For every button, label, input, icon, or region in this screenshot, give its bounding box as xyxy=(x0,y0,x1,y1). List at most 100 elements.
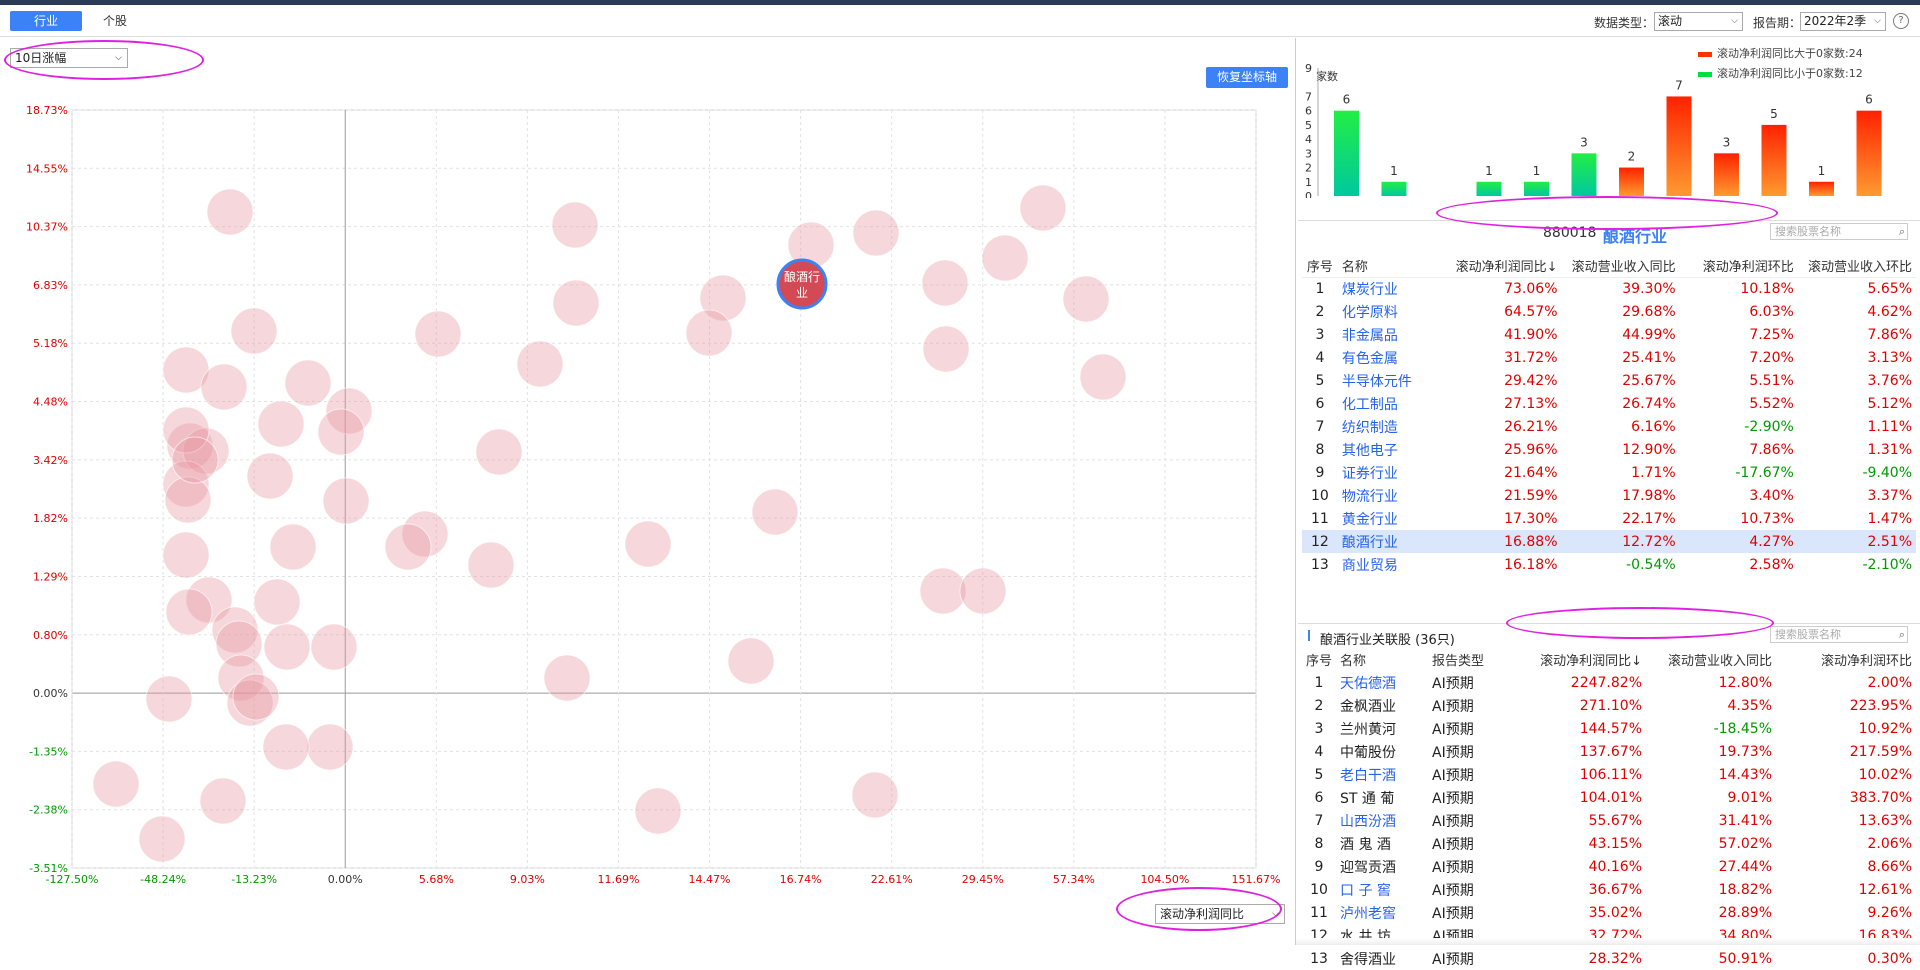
industry-bubble[interactable] xyxy=(727,637,775,685)
industry-bubble[interactable] xyxy=(262,723,310,771)
industry-bubble[interactable] xyxy=(384,523,432,571)
scatter-plot[interactable]: 18.73% 14.55% 10.37% 6.83% 5.18% 4.48% 3.42% 1.… xyxy=(0,38,1296,945)
industry-bubble[interactable] xyxy=(634,787,682,835)
table-row[interactable]: 9 迎驾贡酒 AI预期 40.16% 27.44% 8.66% xyxy=(1302,855,1916,878)
help-icon[interactable]: ? xyxy=(1893,13,1909,29)
table-row[interactable]: 8 酒 鬼 酒 AI预期 43.15% 57.02% 2.06% xyxy=(1302,832,1916,855)
industry-bubble[interactable] xyxy=(162,531,210,579)
table-row[interactable]: 3 兰州黄河 AI预期 144.57% -18.45% 10.92% xyxy=(1302,717,1916,740)
industry-bubble[interactable] xyxy=(92,760,140,808)
industry-bubble[interactable] xyxy=(685,309,733,357)
table-cell: 3 xyxy=(1314,720,1324,737)
industry-bubble[interactable] xyxy=(263,623,311,671)
column-header[interactable]: 序号 xyxy=(1302,254,1338,278)
industry-bubble[interactable] xyxy=(145,675,193,723)
industry-bubble[interactable] xyxy=(284,359,332,407)
industry-bubble[interactable] xyxy=(269,523,317,571)
table-row[interactable]: 6 化工制品 27.13% 26.74% 5.52% 5.12% xyxy=(1302,392,1916,415)
industry-bubble[interactable] xyxy=(516,340,564,388)
table-row[interactable]: 6 ST 通 葡 AI预期 104.01% 9.01% 383.70% xyxy=(1302,786,1916,809)
industry-bubble[interactable] xyxy=(1019,184,1067,232)
table-row[interactable]: 4 有色金属 31.72% 25.41% 7.20% 3.13% xyxy=(1302,346,1916,369)
column-header[interactable]: 滚动营业收入同比 xyxy=(1561,254,1680,278)
table-row[interactable]: 4 中葡股份 AI预期 137.67% 19.73% 217.59% xyxy=(1302,740,1916,763)
industry-bubble[interactable] xyxy=(230,307,278,355)
table-row[interactable]: 8 其他电子 25.96% 12.90% 7.86% 1.31% xyxy=(1302,438,1916,461)
table-cell: 12.61% xyxy=(1858,881,1912,898)
industry-bubble[interactable] xyxy=(1062,275,1110,323)
industry-bubble[interactable] xyxy=(467,541,515,589)
industry-bubble[interactable] xyxy=(164,476,212,524)
table-row[interactable]: 1 煤炭行业 73.06% 39.30% 10.18% 5.65% xyxy=(1302,277,1916,300)
column-header[interactable]: 滚动净利润环比 xyxy=(1776,648,1916,671)
industry-bubble[interactable] xyxy=(306,723,354,771)
scatter-panel: 18.73% 14.55% 10.37% 6.83% 5.18% 4.48% 3.42% 1.… xyxy=(0,38,1296,945)
highlight-bubble[interactable] xyxy=(776,258,828,310)
column-header[interactable]: 滚动净利润同比↓ xyxy=(1506,648,1646,671)
industry-bubble[interactable] xyxy=(981,234,1029,282)
table-row[interactable]: 1 天佑德酒 AI预期 2247.82% 12.80% 2.00% xyxy=(1302,671,1916,694)
column-header[interactable]: 滚动净利润同比↓ xyxy=(1443,254,1562,278)
table-row[interactable]: 3 非金属品 41.90% 44.99% 7.25% 7.86% xyxy=(1302,323,1916,346)
industry-bubble[interactable] xyxy=(165,588,213,636)
table-row[interactable]: 2 化学原料 64.57% 29.68% 6.03% 4.62% xyxy=(1302,300,1916,323)
industry-bubble[interactable] xyxy=(852,209,900,257)
industry-bubble[interactable] xyxy=(206,188,254,236)
industry-bubble[interactable] xyxy=(1079,353,1127,401)
related-search-input[interactable]: 搜索股票名称 ⌕ xyxy=(1770,626,1908,643)
column-header[interactable]: 报告类型 xyxy=(1428,648,1506,671)
industry-bubble[interactable] xyxy=(851,771,899,819)
industry-bubble[interactable] xyxy=(199,777,247,825)
industry-bubble[interactable] xyxy=(322,477,370,525)
table-row[interactable]: 11 黄金行业 17.30% 22.17% 10.73% 1.47% xyxy=(1302,507,1916,530)
reset-axis-button[interactable]: 恢复坐标轴 xyxy=(1206,67,1288,88)
range-select[interactable]: 10日涨幅 ⌵ xyxy=(10,48,128,68)
table-row[interactable]: 7 纺织制造 26.21% 6.16% -2.90% 1.11% xyxy=(1302,415,1916,438)
table-row[interactable]: 7 山西汾酒 AI预期 55.67% 31.41% 13.63% xyxy=(1302,809,1916,832)
table-row[interactable]: 10 口 子 窖 AI预期 36.67% 18.82% 12.61% xyxy=(1302,878,1916,901)
table-row[interactable]: 5 半导体元件 29.42% 25.67% 5.51% 3.76% xyxy=(1302,369,1916,392)
column-header[interactable]: 名称 xyxy=(1336,648,1428,671)
tab-industry[interactable]: 行业 xyxy=(10,11,82,31)
report-period-select[interactable]: 2022年2季 ⌵ xyxy=(1800,12,1886,31)
table-row[interactable]: 5 老白干酒 AI预期 106.11% 14.43% 10.02% xyxy=(1302,763,1916,786)
industry-bubble[interactable] xyxy=(543,654,591,702)
industry-bubble[interactable] xyxy=(171,436,219,484)
industry-bubble[interactable] xyxy=(475,428,523,476)
industry-bubble[interactable] xyxy=(317,408,365,456)
industry-bubble[interactable] xyxy=(138,815,186,863)
industry-bubble[interactable] xyxy=(246,452,294,500)
industry-bubble[interactable] xyxy=(922,325,970,373)
table-row[interactable]: 11 泸州老窖 AI预期 35.02% 28.89% 9.26% xyxy=(1302,901,1916,924)
table-row[interactable]: 13 舍得酒业 AI预期 28.32% 50.91% 0.30% xyxy=(1302,947,1916,970)
column-header[interactable]: 序号 xyxy=(1302,648,1336,671)
industry-bubble[interactable] xyxy=(919,567,967,615)
tab-stock[interactable]: 个股 xyxy=(95,11,135,31)
industry-bubble[interactable] xyxy=(959,567,1007,615)
industry-bubble[interactable] xyxy=(551,201,599,249)
industry-search-input[interactable]: 搜索股票名称 ⌕ xyxy=(1770,223,1908,240)
table-row[interactable]: 12 酿酒行业 16.88% 12.72% 4.27% 2.51% xyxy=(1302,530,1916,553)
industry-bubble[interactable] xyxy=(310,623,358,671)
column-header[interactable]: 滚动净利润环比 xyxy=(1679,254,1798,278)
table-cell: 57.02% xyxy=(1718,835,1772,852)
table-row[interactable]: 10 物流行业 21.59% 17.98% 3.40% 3.37% xyxy=(1302,484,1916,507)
table-row[interactable]: 2 金枫酒业 AI预期 271.10% 4.35% 223.95% xyxy=(1302,694,1916,717)
x-axis-select[interactable]: 滚动净利润同比 ⌵ xyxy=(1155,904,1285,924)
table-cell: 黄金行业 xyxy=(1341,511,1398,528)
column-header[interactable]: 滚动营业收入环比 xyxy=(1797,254,1916,278)
industry-bubble[interactable] xyxy=(253,578,301,626)
industry-bubble[interactable] xyxy=(257,400,305,448)
industry-bubble[interactable] xyxy=(921,259,969,307)
industry-bubble[interactable] xyxy=(232,673,280,721)
table-row[interactable]: 13 商业贸易 16.18% -0.54% 2.58% -2.10% xyxy=(1302,553,1916,576)
industry-bubble[interactable] xyxy=(200,363,248,411)
industry-bubble[interactable] xyxy=(414,310,462,358)
column-header[interactable]: 滚动营业收入同比 xyxy=(1646,648,1776,671)
data-type-select[interactable]: 滚动 ⌵ xyxy=(1654,12,1743,31)
table-row[interactable]: 9 证券行业 21.64% 1.71% -17.67% -9.40% xyxy=(1302,461,1916,484)
industry-bubble[interactable] xyxy=(751,488,799,536)
industry-bubble[interactable] xyxy=(624,520,672,568)
industry-bubble[interactable] xyxy=(552,279,600,327)
column-header[interactable]: 名称 xyxy=(1337,254,1444,278)
